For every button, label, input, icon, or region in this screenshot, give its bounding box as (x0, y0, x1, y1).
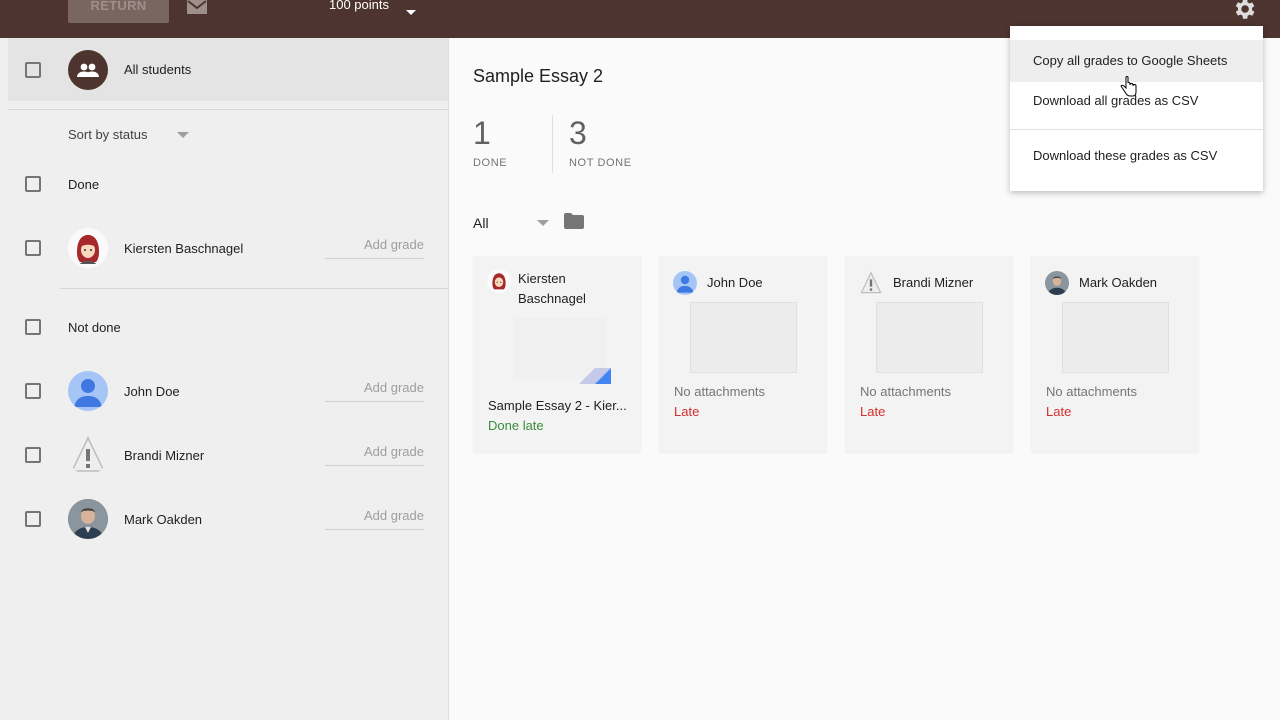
done-label: DONE (473, 157, 508, 169)
mail-icon[interactable] (187, 0, 207, 21)
warning-icon (68, 435, 108, 475)
not-done-group-checkbox[interactable] (25, 319, 41, 335)
status-label: Late (860, 404, 886, 419)
hand-cursor-icon (1120, 75, 1138, 103)
status-label: Late (1046, 404, 1072, 419)
student-checkbox[interactable] (25, 383, 41, 399)
divider (552, 115, 553, 173)
menu-item-download-these-csv[interactable]: Download these grades as CSV (1010, 136, 1263, 176)
student-name[interactable]: Mark Oakden (124, 512, 202, 527)
divider (1010, 129, 1263, 130)
chevron-down-icon[interactable] (405, 4, 417, 22)
folder-icon[interactable] (564, 213, 584, 234)
page-title: Sample Essay 2 (473, 66, 604, 86)
divider (8, 109, 448, 110)
status-label: Late (674, 404, 700, 419)
sort-dropdown[interactable]: Sort by status (68, 127, 147, 142)
default-avatar-icon (68, 371, 108, 411)
attachment-label: No attachments (674, 384, 766, 399)
card-student-name: Kiersten Baschnagel (518, 269, 586, 309)
card-student-name: Brandi Mizner (893, 275, 974, 290)
student-name[interactable]: John Doe (124, 384, 180, 399)
card-name-line: Kiersten (518, 271, 566, 286)
not-done-group-label: Not done (68, 320, 121, 335)
student-name[interactable]: Brandi Mizner (124, 448, 204, 463)
avatar (487, 269, 511, 293)
status-label: Done late (488, 418, 544, 433)
attachment-name[interactable]: Sample Essay 2 - Kier... (488, 398, 627, 413)
warning-icon (859, 271, 883, 295)
empty-thumbnail (876, 302, 983, 373)
student-name[interactable]: Kiersten Baschnagel (124, 241, 243, 256)
docs-icon (579, 368, 611, 389)
filter-dropdown[interactable]: All (473, 215, 489, 231)
return-button[interactable]: RETURN (68, 0, 169, 23)
divider (60, 288, 448, 289)
grade-input[interactable]: Add grade (325, 444, 424, 466)
not-done-label: NOT DONE (569, 157, 632, 169)
student-checkbox[interactable] (25, 511, 41, 527)
done-count: 1 (473, 115, 491, 151)
done-group-checkbox[interactable] (25, 176, 41, 192)
submission-card[interactable]: Brandi Mizner No attachments Late (845, 256, 1013, 452)
all-students-checkbox[interactable] (25, 62, 41, 78)
empty-thumbnail (690, 302, 797, 373)
avatar (68, 499, 108, 539)
attachment-label: No attachments (860, 384, 952, 399)
done-group-label: Done (68, 177, 100, 192)
submission-card[interactable]: John Doe No attachments Late (659, 256, 827, 452)
grade-input[interactable]: Add grade (325, 237, 424, 259)
grade-input[interactable]: Add grade (325, 380, 424, 402)
student-list-panel: All students Sort by status Done Kierste… (0, 38, 449, 720)
avatar (1045, 271, 1069, 295)
student-checkbox[interactable] (25, 447, 41, 463)
group-icon (68, 50, 108, 90)
default-avatar-icon (673, 271, 697, 295)
empty-thumbnail (1062, 302, 1169, 373)
all-students-label: All students (124, 62, 192, 77)
card-student-name: John Doe (707, 275, 763, 290)
settings-menu: Copy all grades to Google Sheets Downloa… (1010, 26, 1263, 191)
submission-card[interactable]: Kiersten Baschnagel Sample Essay 2 - Kie… (473, 256, 641, 452)
submission-card[interactable]: Mark Oakden No attachments Late (1031, 256, 1199, 452)
student-checkbox[interactable] (25, 240, 41, 256)
points-selector[interactable]: 100 points (329, 0, 389, 12)
card-student-name: Mark Oakden (1079, 275, 1158, 290)
gear-icon[interactable] (1231, 0, 1257, 27)
chevron-down-icon[interactable] (177, 132, 189, 138)
not-done-count: 3 (569, 115, 587, 151)
attachment-label: No attachments (1046, 384, 1138, 399)
chevron-down-icon[interactable] (537, 220, 549, 226)
grade-input[interactable]: Add grade (325, 508, 424, 530)
card-name-line: Baschnagel (518, 291, 586, 306)
avatar (68, 228, 108, 268)
